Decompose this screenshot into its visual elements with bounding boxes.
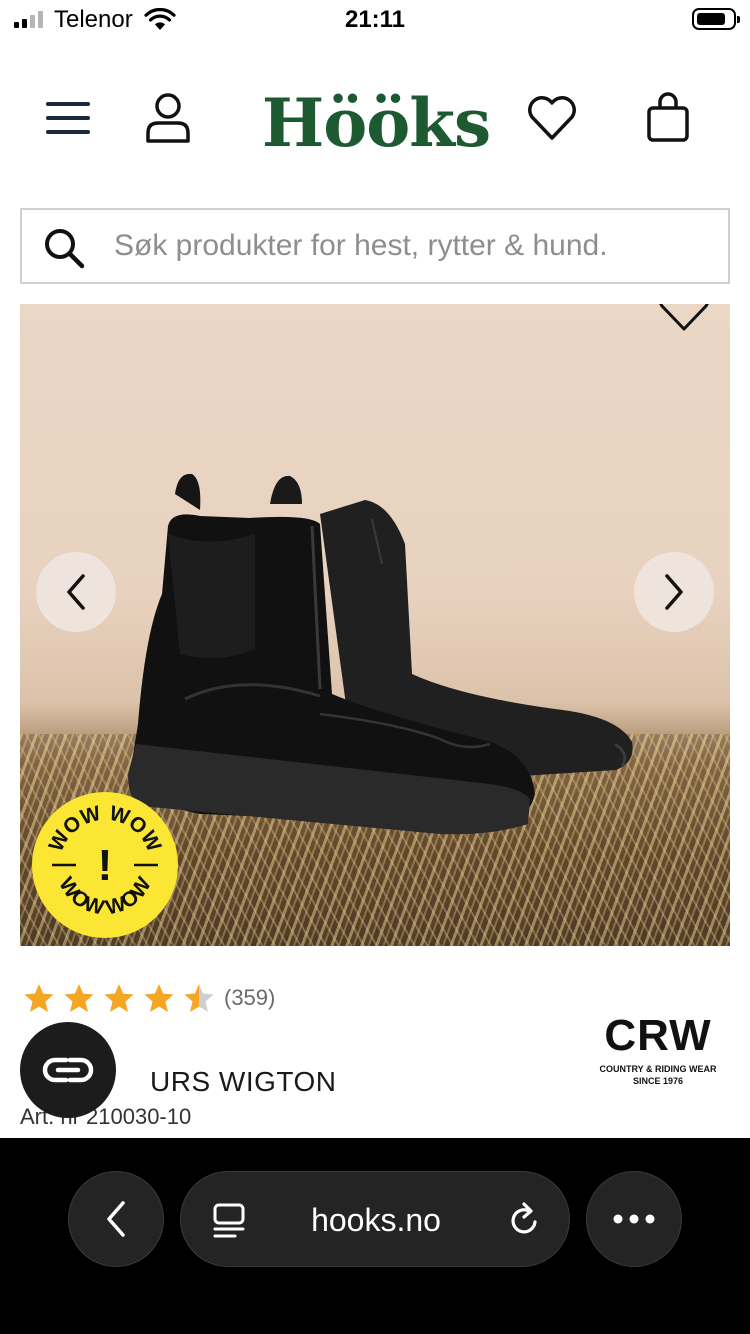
site-header: Hööks: [0, 70, 750, 180]
brand-logo-name: CRW: [604, 1011, 711, 1060]
search-bar[interactable]: [20, 208, 730, 284]
account-icon: [146, 93, 190, 143]
address-bar[interactable]: hooks.no: [180, 1171, 570, 1267]
chevron-right-icon: [665, 574, 683, 610]
chevron-left-icon: [67, 574, 85, 610]
site-logo[interactable]: Hööks: [260, 84, 492, 162]
clock: 21:11: [344, 6, 406, 33]
brand-logo-tagline: COUNTRY & RIDING WEAR: [600, 1064, 718, 1074]
next-image-button[interactable]: [634, 552, 714, 632]
product-image-carousel[interactable]: WOW WOW WOW WOW !: [20, 304, 730, 946]
rating-stars: [22, 982, 222, 1014]
menu-button[interactable]: [40, 90, 96, 146]
reload-icon[interactable]: [507, 1200, 543, 1240]
brand-logo[interactable]: CRW COUNTRY & RIDING WEAR SINCE 1976: [592, 1010, 724, 1090]
status-bar: Telenor 21:11: [0, 0, 750, 44]
account-button[interactable]: [140, 90, 196, 146]
search-icon: [45, 229, 85, 269]
browser-toolbar: hooks.no: [0, 1138, 750, 1334]
product-rating[interactable]: (359): [22, 982, 275, 1014]
wishlist-button[interactable]: [524, 90, 580, 146]
star-icon: [184, 984, 214, 1012]
badge-exclamation: !: [98, 841, 113, 890]
more-icon: [613, 1214, 655, 1224]
previous-image-button[interactable]: [36, 552, 116, 632]
star-icon: [24, 984, 54, 1012]
battery-icon: [692, 8, 740, 30]
cart-button[interactable]: [640, 90, 696, 146]
heart-outline-icon: [659, 304, 709, 331]
review-count: (359): [224, 985, 276, 1010]
chat-button[interactable]: [20, 1022, 116, 1118]
back-icon: [107, 1201, 125, 1237]
brand-logo-since: SINCE 1976: [633, 1076, 683, 1086]
menu-icon: [46, 102, 90, 134]
star-icon: [104, 984, 134, 1012]
cart-icon: [647, 92, 689, 142]
add-to-wishlist-button[interactable]: [656, 304, 712, 337]
wow-badge: WOW WOW WOW WOW !: [32, 792, 178, 938]
browser-more-button[interactable]: [586, 1171, 682, 1267]
product-title: URS WIGTON: [150, 1066, 337, 1097]
star-icon: [144, 984, 174, 1012]
star-icon: [64, 984, 94, 1012]
wishlist-icon: [528, 96, 576, 140]
search-input[interactable]: [114, 220, 714, 272]
chat-icon: [42, 1057, 94, 1083]
browser-back-button[interactable]: [68, 1171, 164, 1267]
